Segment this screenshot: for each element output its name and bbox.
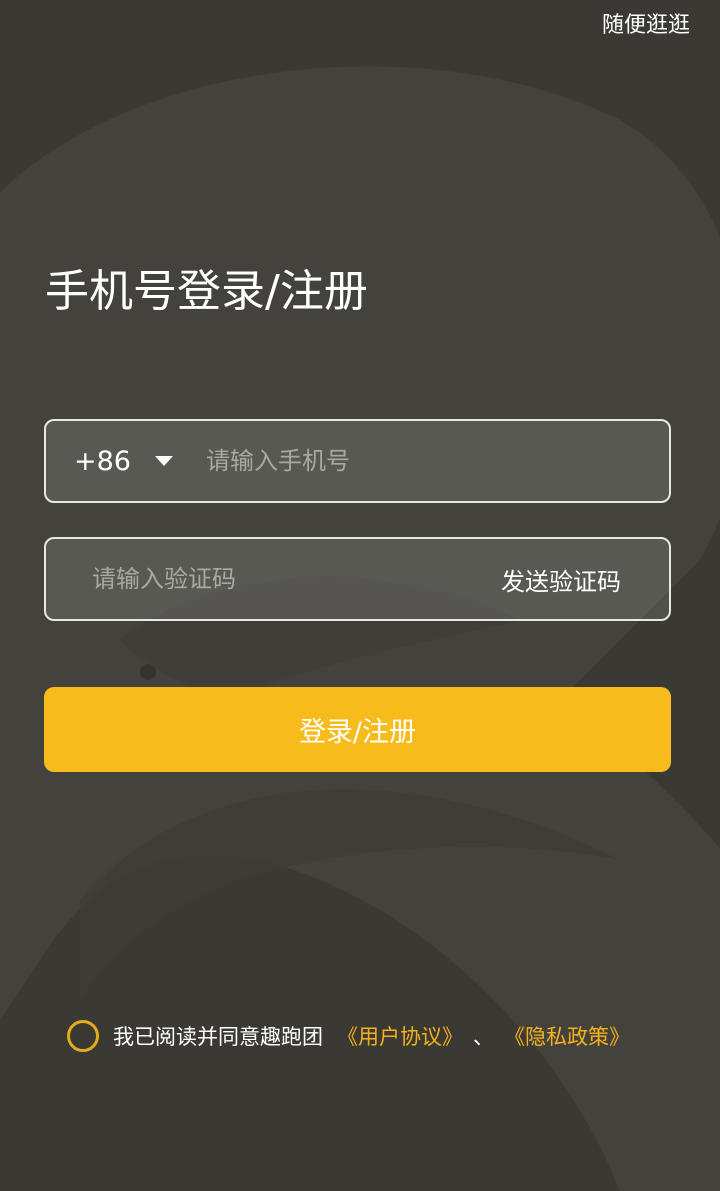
phone-input[interactable] — [206, 421, 669, 501]
privacy-policy-link[interactable]: 《隐私政策》 — [504, 1021, 630, 1051]
send-code-button[interactable]: 发送验证码 — [501, 562, 669, 597]
agree-checkbox[interactable] — [67, 1020, 99, 1052]
caret-down-icon — [154, 456, 173, 466]
code-field: 发送验证码 — [44, 537, 671, 621]
agreement-row: 我已阅读并同意趣跑团 《用户协议》 、 《隐私政策》 — [67, 1016, 630, 1056]
country-code-label: +86 — [74, 445, 131, 477]
phone-field: +86 — [44, 419, 671, 503]
agreement-separator: 、 — [473, 1025, 494, 1049]
user-agreement-link[interactable]: 《用户协议》 — [337, 1021, 463, 1051]
verification-code-input[interactable] — [46, 539, 501, 619]
agreement-text: 我已阅读并同意趣跑团 — [113, 1025, 323, 1049]
country-code-selector[interactable]: +86 — [46, 421, 206, 501]
page-title: 手机号登录/注册 — [45, 266, 368, 317]
login-register-button[interactable]: 登录/注册 — [44, 687, 671, 772]
login-screen: 随便逛逛 手机号登录/注册 +86 发送验证码 登录/注册 我已阅读并同意趣跑团… — [0, 0, 720, 1191]
browse-skip-link[interactable]: 随便逛逛 — [602, 10, 690, 42]
